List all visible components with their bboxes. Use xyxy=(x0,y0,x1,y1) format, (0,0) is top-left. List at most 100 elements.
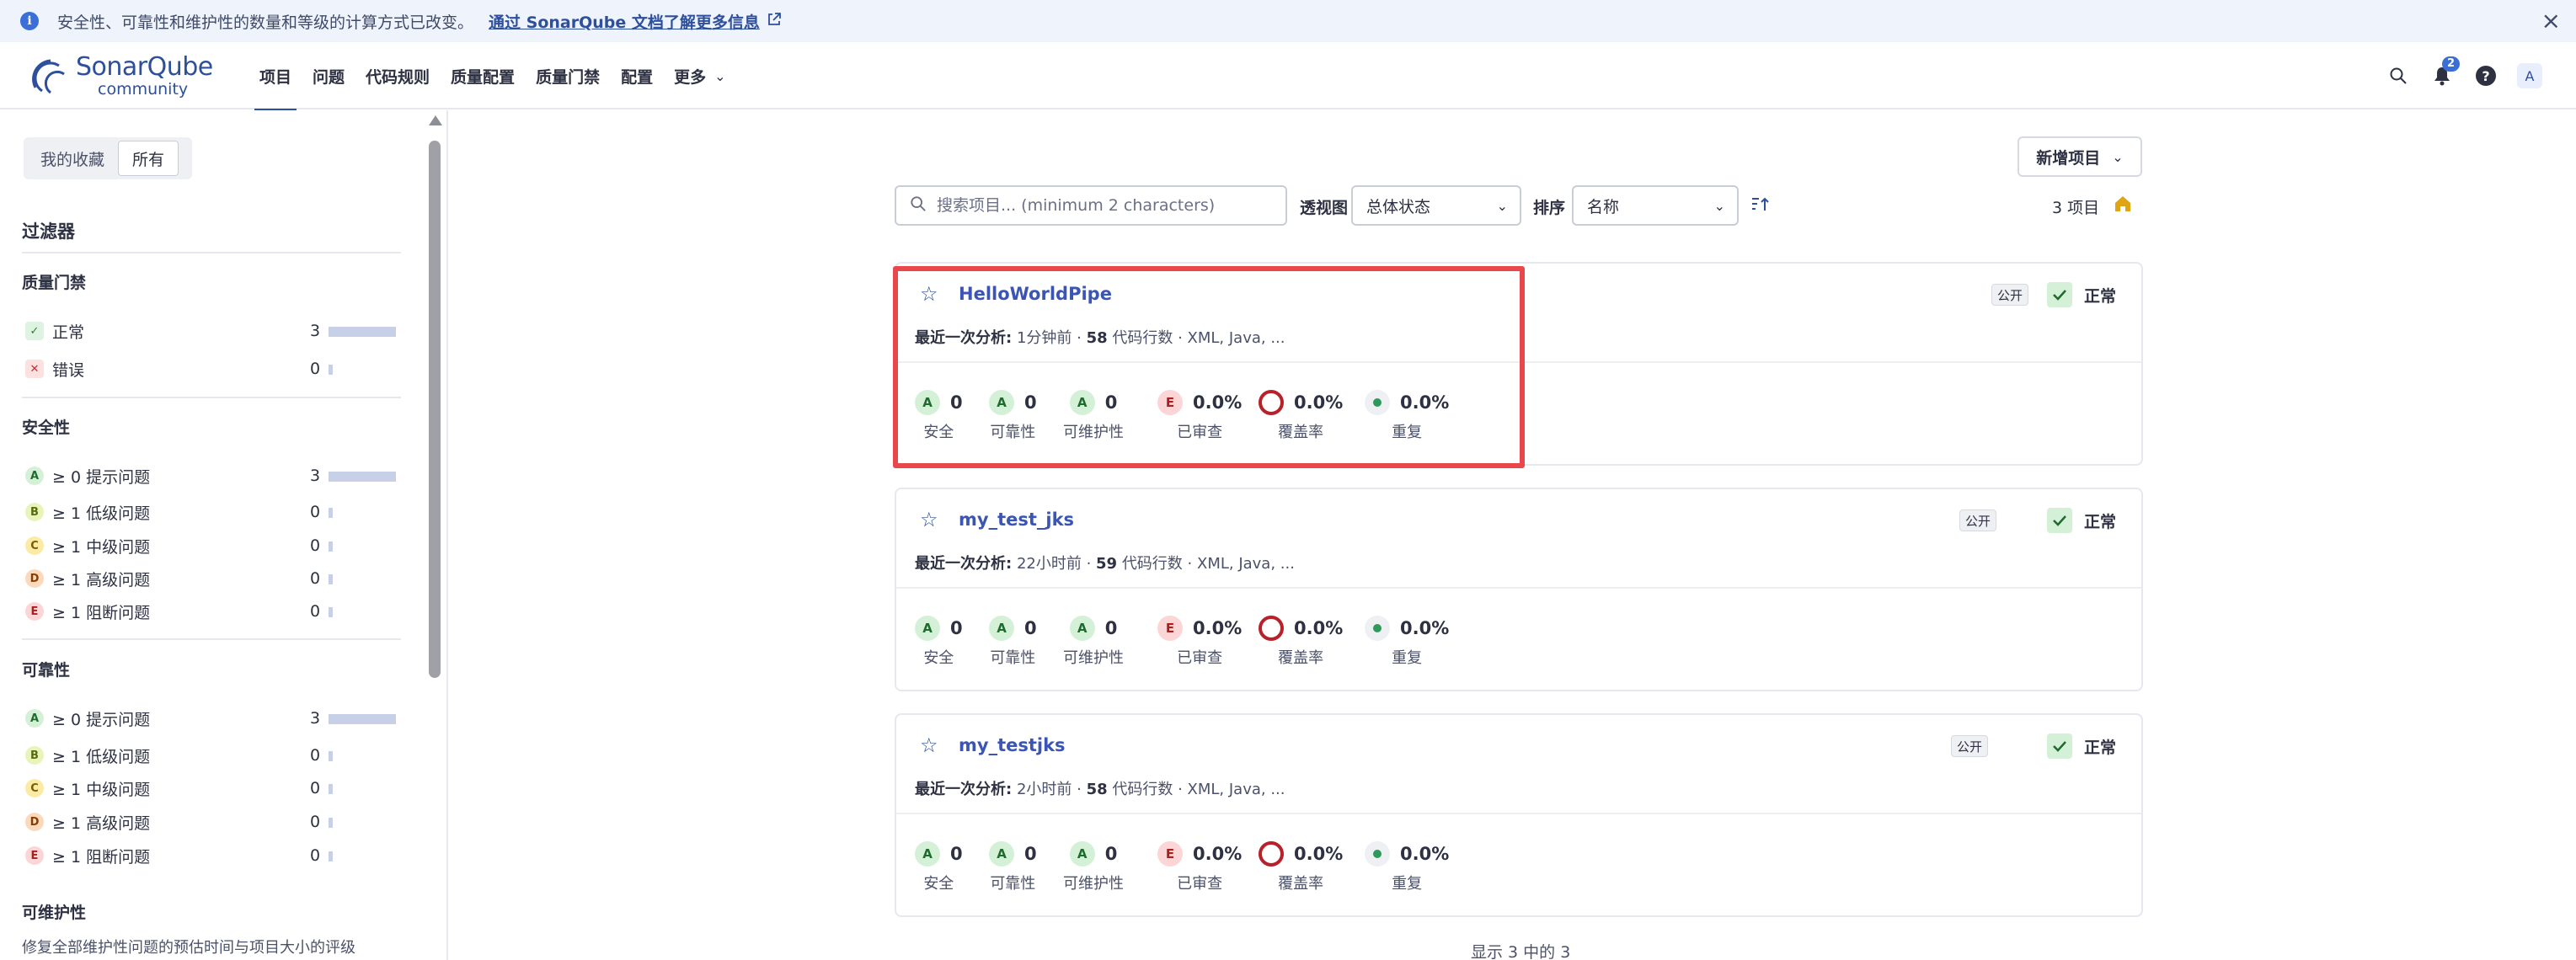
filter-security-c[interactable]: C ≥ 1 中级问题 0 xyxy=(25,533,396,558)
sonarqube-logo[interactable]: SonarQube community xyxy=(29,54,213,98)
metric-value: 0 xyxy=(1024,844,1037,864)
sort-direction-icon[interactable] xyxy=(1750,195,1771,218)
metric-security[interactable]: A0 安全 xyxy=(915,840,963,893)
metric-label: 安全 xyxy=(923,424,954,441)
metric-label: 已审查 xyxy=(1177,875,1223,893)
nav-more-label: 更多 xyxy=(674,67,707,87)
metric-reliability[interactable]: A0 可靠性 xyxy=(989,840,1037,893)
search-icon[interactable] xyxy=(2386,63,2411,88)
filter-reliability-a[interactable]: A ≥ 0 提示问题 3 xyxy=(25,706,396,731)
star-icon[interactable]: ☆ xyxy=(920,282,938,306)
sort-select[interactable]: 名称 ⌄ xyxy=(1572,185,1739,226)
filter-reliability-c[interactable]: C ≥ 1 中级问题 0 xyxy=(25,776,396,801)
nav-quality-gates[interactable]: 质量门禁 xyxy=(529,42,607,109)
metric-reviewed[interactable]: E 0.0% 已审查 xyxy=(1157,840,1242,893)
last-analysis: 最近一次分析: 1分钟前 · 58 代码行数 · XML, Java, ... xyxy=(915,329,1285,347)
filter-reliability-b[interactable]: B ≥ 1 低级问题 0 xyxy=(25,743,396,768)
metric-label: 安全 xyxy=(923,649,954,667)
info-icon: i xyxy=(20,12,39,30)
metric-maintainability[interactable]: A0 可维护性 xyxy=(1063,840,1124,893)
nav-administration[interactable]: 配置 xyxy=(614,42,660,109)
banner-text: 安全性、可靠性和维护性的数量和等级的计算方式已改变。 xyxy=(57,13,474,32)
metric-maintainability[interactable]: A0 可维护性 xyxy=(1063,614,1124,668)
filter-count: 0 xyxy=(310,813,321,831)
project-name-link[interactable]: my_testjks xyxy=(959,735,1066,755)
metric-coverage[interactable]: 0.0% 覆盖率 xyxy=(1259,840,1343,893)
maintainability-desc: 修复全部维护性问题的预估时间与项目大小的评级 xyxy=(22,939,355,957)
nav-quality-profiles[interactable]: 质量配置 xyxy=(444,42,521,109)
metric-duplication[interactable]: 0.0% 重复 xyxy=(1365,388,1449,442)
sidebar-scrollbar[interactable] xyxy=(425,110,442,960)
project-name-link[interactable]: HelloWorldPipe xyxy=(959,284,1112,304)
filter-reliability-d[interactable]: D ≥ 1 高级问题 0 xyxy=(25,809,396,835)
nav-more[interactable]: 更多 ⌄ xyxy=(667,42,732,109)
favorites-all-toggle: 我的收藏 所有 xyxy=(24,137,192,179)
nav-rules[interactable]: 代码规则 xyxy=(359,42,436,109)
filter-count: 0 xyxy=(310,746,321,765)
toggle-favorites[interactable]: 我的收藏 xyxy=(27,141,118,176)
loc-label: 代码行数 xyxy=(1112,781,1173,798)
filter-reliability-e[interactable]: E ≥ 1 阻断问题 0 xyxy=(25,843,396,868)
metric-security[interactable]: A0 安全 xyxy=(915,388,963,442)
metric-value: 0 xyxy=(1104,392,1118,413)
project-card[interactable]: ☆ HelloWorldPipe 公开 最近一次分析: 1分钟前 · 58 代码… xyxy=(895,262,2143,466)
user-avatar[interactable]: A xyxy=(2517,63,2542,88)
project-card[interactable]: ☆ my_testjks 公开 最近一次分析: 2小时前 · 58 代码行数 ·… xyxy=(895,713,2143,917)
filter-count: 3 xyxy=(310,467,321,485)
metric-label: 可维护性 xyxy=(1063,424,1124,441)
home-icon[interactable] xyxy=(2113,194,2133,217)
close-banner-icon[interactable]: × xyxy=(2541,7,2561,35)
banner-docs-link[interactable]: 通过 SonarQube 文档了解更多信息 xyxy=(489,10,760,33)
last-analysis: 最近一次分析: 2小时前 · 58 代码行数 · XML, Java, ... xyxy=(915,781,1285,798)
metric-security[interactable]: A0 安全 xyxy=(915,614,963,668)
filter-label: ≥ 0 提示问题 xyxy=(52,710,151,729)
filter-security-d[interactable]: D ≥ 1 高级问题 0 xyxy=(25,566,396,591)
perspective-select[interactable]: 总体状态 ⌄ xyxy=(1351,185,1521,226)
scroll-up-arrow-icon[interactable] xyxy=(429,115,442,125)
metric-label: 可靠性 xyxy=(990,875,1036,893)
loc-count: 58 xyxy=(1086,781,1108,798)
metric-duplication[interactable]: 0.0% 重复 xyxy=(1365,840,1449,893)
avatar-letter: A xyxy=(2517,63,2542,88)
help-icon[interactable]: ? xyxy=(2473,63,2499,88)
metric-coverage[interactable]: 0.0% 覆盖率 xyxy=(1259,388,1343,442)
filter-security-a[interactable]: A ≥ 0 提示问题 3 xyxy=(25,463,396,488)
toggle-all[interactable]: 所有 xyxy=(118,141,179,176)
chevron-down-icon: ⌄ xyxy=(1713,197,1725,214)
check-icon xyxy=(2046,733,2072,759)
notifications-bell-icon[interactable]: 2 xyxy=(2429,56,2460,88)
filter-quality-gate-failed[interactable]: ✕ 错误 0 xyxy=(25,356,396,381)
metric-label: 可维护性 xyxy=(1063,649,1124,667)
metric-value: 0.0% xyxy=(1294,844,1344,864)
check-icon xyxy=(2046,508,2072,533)
project-card[interactable]: ☆ my_test_jks 公开 最近一次分析: 22小时前 · 59 代码行数… xyxy=(895,488,2143,691)
chevron-down-icon: ⌄ xyxy=(714,67,726,84)
grade-d-icon: D xyxy=(25,813,44,831)
nav-projects[interactable]: 项目 xyxy=(253,42,298,111)
scrollbar-thumb[interactable] xyxy=(429,141,441,678)
nav-issues[interactable]: 问题 xyxy=(306,42,351,109)
filter-security-e[interactable]: E ≥ 1 阻断问题 0 xyxy=(25,599,396,624)
pagination-count: 显示 3 中的 3 xyxy=(1471,943,1571,960)
card-header xyxy=(896,715,2141,814)
star-icon[interactable]: ☆ xyxy=(920,508,938,531)
metric-reliability[interactable]: A0 可靠性 xyxy=(989,388,1037,442)
filter-bar xyxy=(329,508,333,518)
grade-e-icon: E xyxy=(1157,390,1183,415)
visibility-badge: 公开 xyxy=(1991,284,2029,306)
filter-security-b[interactable]: B ≥ 1 低级问题 0 xyxy=(25,499,396,525)
star-icon[interactable]: ☆ xyxy=(920,733,938,757)
metric-duplication[interactable]: 0.0% 重复 xyxy=(1365,614,1449,668)
metric-maintainability[interactable]: A0 可维护性 xyxy=(1063,388,1124,442)
filter-label: 错误 xyxy=(52,360,85,380)
loc-count: 58 xyxy=(1086,329,1108,347)
metric-reviewed[interactable]: E 0.0% 已审查 xyxy=(1157,388,1242,442)
new-project-button[interactable]: 新增项目 ⌄ xyxy=(2018,136,2142,177)
search-input[interactable] xyxy=(937,196,1274,215)
metric-coverage[interactable]: 0.0% 覆盖率 xyxy=(1259,614,1343,668)
filter-quality-gate-passed[interactable]: ✓ 正常 3 xyxy=(25,318,396,344)
metric-reliability[interactable]: A0 可靠性 xyxy=(989,614,1037,668)
metric-reviewed[interactable]: E 0.0% 已审查 xyxy=(1157,614,1242,668)
project-name-link[interactable]: my_test_jks xyxy=(959,509,1074,530)
metric-value: 0 xyxy=(950,618,963,638)
